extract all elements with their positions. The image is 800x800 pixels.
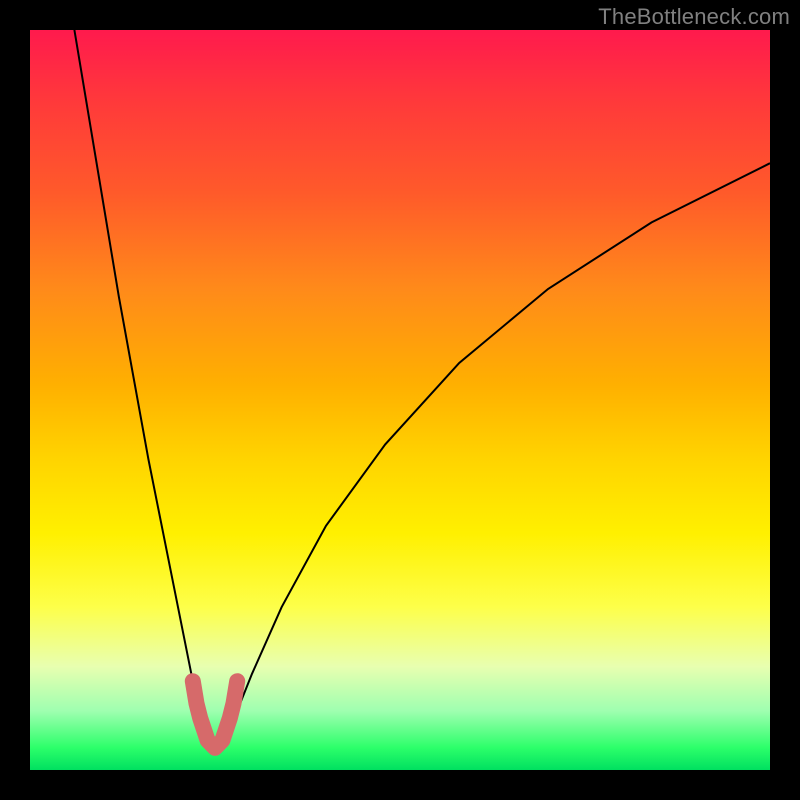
plot-area <box>30 30 770 770</box>
bottleneck-curve <box>74 30 770 748</box>
chart-frame: TheBottleneck.com <box>0 0 800 800</box>
watermark-text: TheBottleneck.com <box>598 4 790 30</box>
minimum-highlight <box>193 681 237 748</box>
curve-layer <box>30 30 770 770</box>
